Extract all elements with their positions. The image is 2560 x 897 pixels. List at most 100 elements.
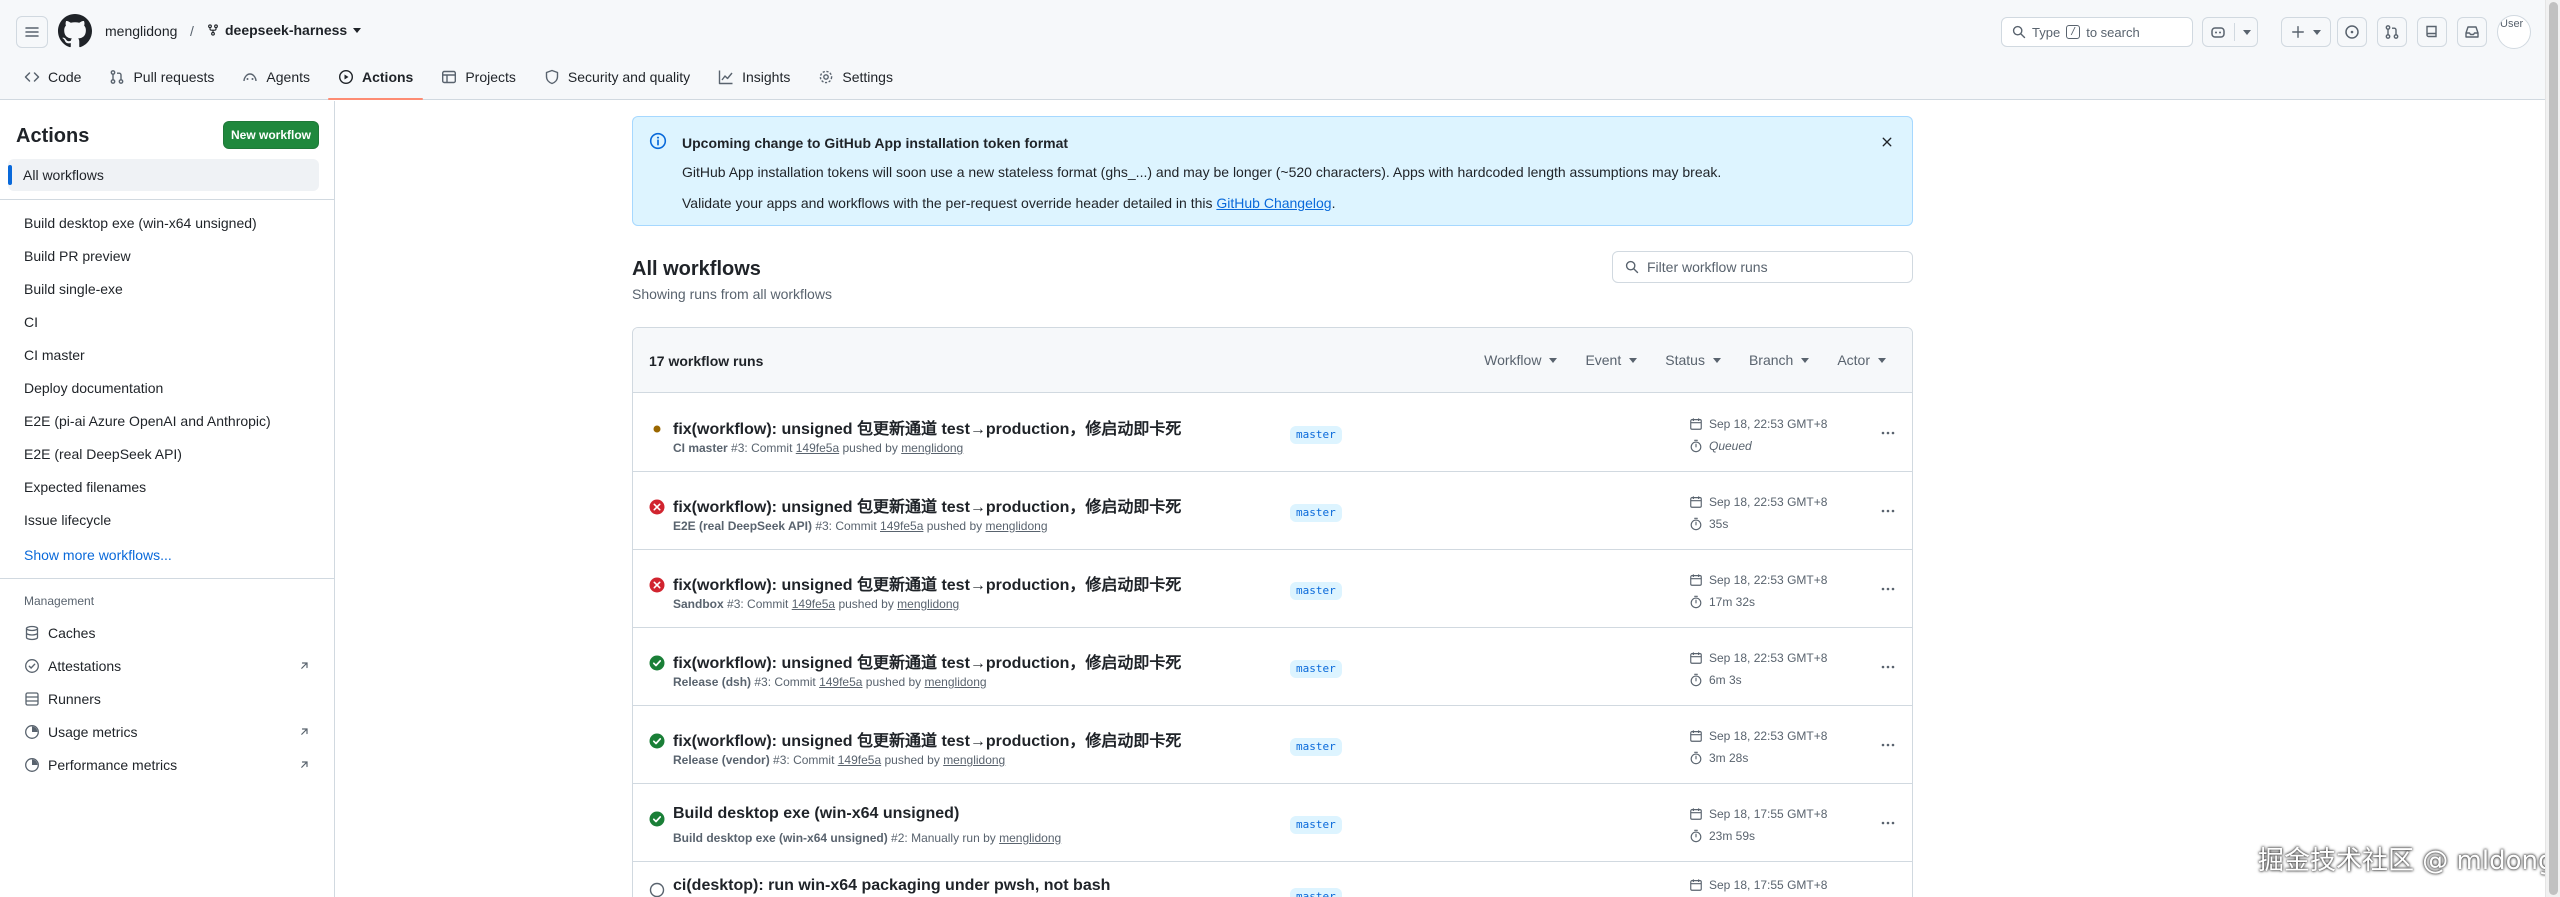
filter-actor-dropdown[interactable]: Actor	[1837, 352, 1886, 368]
tab-security[interactable]: Security and quality	[534, 62, 700, 92]
tab-projects[interactable]: Projects	[431, 62, 526, 92]
filter-workflow-dropdown[interactable]: Workflow	[1484, 352, 1558, 368]
sidebar-divider	[0, 199, 335, 200]
sidebar-workflow-item[interactable]: Build desktop exe (win-x64 unsigned)	[24, 215, 257, 231]
branch-label[interactable]: master	[1290, 504, 1342, 522]
menu-button[interactable]	[16, 16, 48, 48]
run-options-button[interactable]	[1875, 733, 1901, 757]
filter-branch-dropdown[interactable]: Branch	[1749, 352, 1810, 368]
inbox-button[interactable]	[2457, 17, 2487, 47]
run-date: Sep 18, 22:53 GMT+8	[1689, 573, 1827, 587]
run-number: #3	[731, 441, 745, 455]
dismiss-banner-button[interactable]	[1878, 133, 1896, 151]
sidebar-workflow-item[interactable]: CI	[24, 314, 38, 330]
actor-link[interactable]: menglidong	[999, 831, 1061, 845]
commit-sha-link[interactable]: 149fe5a	[880, 519, 923, 533]
sidebar-item-performance-metrics[interactable]: Performance metrics	[24, 757, 310, 773]
run-row: Build desktop exe (win-x64 unsigned) Bui…	[633, 784, 1912, 862]
run-title-link[interactable]: fix(workflow): unsigned 包更新通道 test→produ…	[673, 571, 1181, 595]
run-title-link[interactable]: fix(workflow): unsigned 包更新通道 test→produ…	[673, 415, 1181, 439]
commit-sha-link[interactable]: 149fe5a	[819, 675, 862, 689]
actor-link[interactable]: menglidong	[901, 441, 963, 455]
sidebar-item-all-workflows[interactable]: All workflows	[8, 159, 319, 191]
actor-link[interactable]: menglidong	[943, 753, 1005, 767]
run-duration: 3m 28s	[1689, 751, 1748, 765]
issues-button[interactable]	[2337, 17, 2367, 47]
run-title-link[interactable]: fix(workflow): unsigned 包更新通道 test→produ…	[673, 493, 1181, 517]
actor-link[interactable]: menglidong	[985, 519, 1047, 533]
sidebar-divider	[0, 578, 335, 579]
scrollbar-thumb[interactable]	[2549, 2, 2558, 895]
commit-sha-link[interactable]: 149fe5a	[796, 441, 839, 455]
sidebar-item-usage-metrics[interactable]: Usage metrics	[24, 724, 310, 740]
status-success-icon	[649, 811, 665, 827]
create-new-button[interactable]	[2281, 17, 2331, 47]
inbox-icon	[2465, 26, 2479, 38]
run-meta: E2E (real DeepSeek API) #3: Commit 149fe…	[673, 519, 1048, 533]
plus-icon	[2292, 26, 2304, 38]
tab-agents[interactable]: Agents	[232, 62, 320, 92]
search-shortcut-key: /	[2066, 25, 2081, 39]
branch-label[interactable]: master	[1290, 816, 1342, 834]
banner-title: Upcoming change to GitHub App installati…	[682, 135, 1069, 151]
run-title-link[interactable]: fix(workflow): unsigned 包更新通道 test→produ…	[673, 649, 1181, 673]
filter-status-dropdown[interactable]: Status	[1665, 352, 1721, 368]
sidebar-workflow-item[interactable]: Issue lifecycle	[24, 512, 111, 528]
sidebar-workflow-item[interactable]: E2E (real DeepSeek API)	[24, 446, 182, 462]
meter-icon	[25, 725, 39, 739]
sidebar-workflow-item[interactable]: CI master	[24, 347, 85, 363]
run-title-link[interactable]: ci(desktop): run win-x64 packaging under…	[673, 877, 1110, 895]
sidebar-workflow-item[interactable]: Deploy documentation	[24, 380, 163, 396]
sidebar-item-caches[interactable]: Caches	[24, 625, 310, 641]
tab-insights[interactable]: Insights	[708, 62, 800, 92]
branch-label[interactable]: master	[1290, 738, 1342, 756]
github-logo-icon[interactable]	[58, 14, 92, 48]
filter-event-dropdown[interactable]: Event	[1585, 352, 1638, 368]
filter-runs-input[interactable]	[1647, 259, 1907, 275]
global-search[interactable]: Type / to search	[2001, 17, 2193, 47]
meter-icon	[25, 758, 39, 772]
commit-sha-link[interactable]: 149fe5a	[792, 597, 835, 611]
run-options-button[interactable]	[1875, 499, 1901, 523]
run-options-button[interactable]	[1875, 421, 1901, 445]
branch-label[interactable]: master	[1290, 888, 1342, 897]
run-workflow-name: CI master	[673, 441, 728, 455]
commit-sha-link[interactable]: 149fe5a	[838, 753, 881, 767]
tab-actions[interactable]: Actions	[328, 62, 424, 100]
run-options-button[interactable]	[1875, 811, 1901, 835]
run-event: pushed by	[923, 519, 986, 533]
sidebar-workflow-item[interactable]: Expected filenames	[24, 479, 146, 495]
user-avatar[interactable]: User	[2497, 15, 2531, 49]
kebab-horizontal-icon	[1881, 509, 1895, 513]
run-options-button[interactable]	[1875, 655, 1901, 679]
new-workflow-button[interactable]: New workflow	[223, 121, 319, 149]
run-title-link[interactable]: fix(workflow): unsigned 包更新通道 test→produ…	[673, 727, 1181, 751]
sidebar-workflow-item[interactable]: Build PR preview	[24, 248, 131, 264]
branch-label[interactable]: master	[1290, 660, 1342, 678]
repositories-button[interactable]	[2417, 17, 2447, 47]
run-duration: 35s	[1689, 517, 1728, 531]
sidebar-workflow-item[interactable]: Build single-exe	[24, 281, 123, 297]
branch-label[interactable]: master	[1290, 582, 1342, 600]
run-event: pushed by	[881, 753, 944, 767]
pull-requests-button[interactable]	[2377, 17, 2407, 47]
tab-settings[interactable]: Settings	[808, 62, 903, 92]
sidebar-item-runners[interactable]: Runners	[24, 691, 310, 707]
actor-link[interactable]: menglidong	[897, 597, 959, 611]
branch-label[interactable]: master	[1290, 426, 1342, 444]
repo-owner-link[interactable]: menglidong	[105, 23, 177, 39]
run-title-link[interactable]: Build desktop exe (win-x64 unsigned)	[673, 805, 959, 823]
actor-link[interactable]: menglidong	[925, 675, 987, 689]
run-options-button[interactable]	[1875, 577, 1901, 601]
show-more-workflows-link[interactable]: Show more workflows...	[24, 547, 172, 563]
page-scrollbar[interactable]	[2545, 0, 2560, 897]
sidebar-workflow-item[interactable]: E2E (pi-ai Azure OpenAI and Anthropic)	[24, 413, 271, 429]
github-changelog-link[interactable]: GitHub Changelog	[1216, 195, 1331, 211]
chevron-down-icon	[1801, 357, 1810, 363]
repo-name-dropdown[interactable]: deepseek-harness	[207, 22, 362, 38]
tab-pull-requests[interactable]: Pull requests	[99, 62, 224, 92]
copilot-button[interactable]	[2202, 17, 2258, 47]
sidebar-item-attestations[interactable]: Attestations	[24, 658, 310, 674]
filter-runs-field[interactable]	[1612, 251, 1913, 283]
tab-code[interactable]: Code	[14, 62, 91, 92]
